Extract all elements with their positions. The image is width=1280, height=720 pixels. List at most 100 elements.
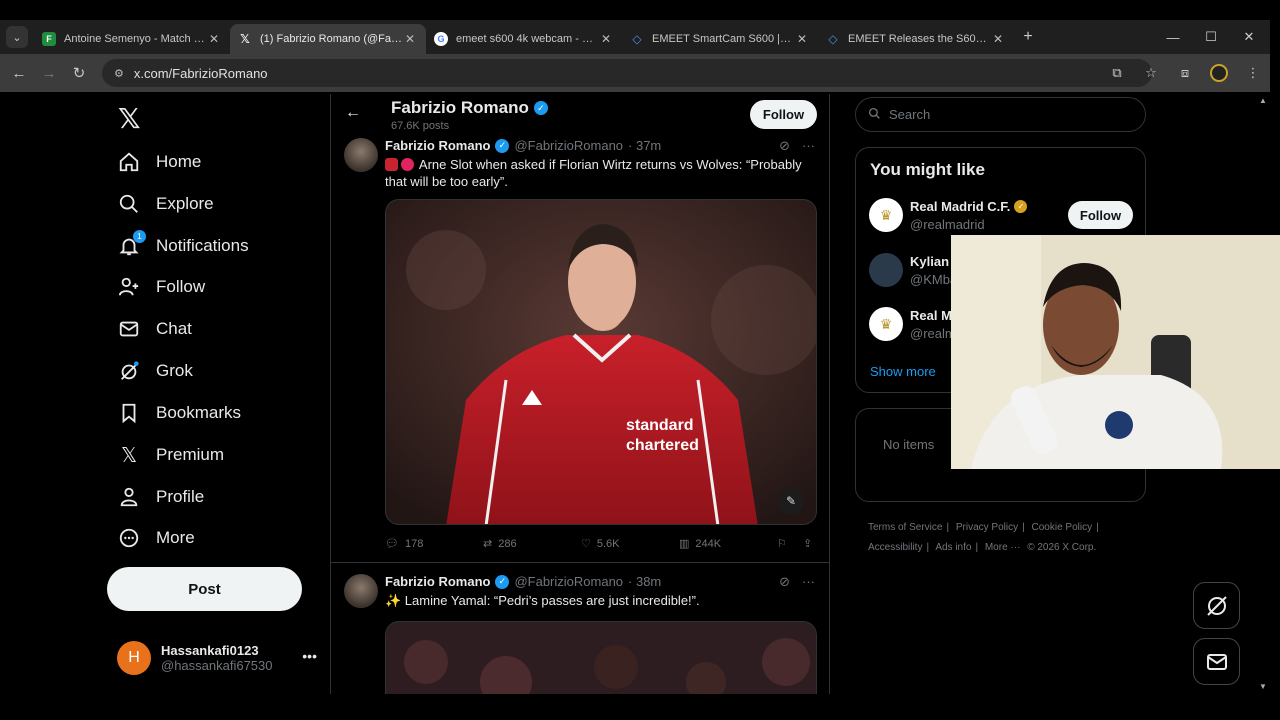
url-text: x.com/FabrizioRomano bbox=[133, 65, 268, 81]
footer-link[interactable]: Cookie Policy bbox=[1032, 522, 1093, 533]
more-dots-icon[interactable]: ••• bbox=[302, 648, 317, 664]
grok-fab-button[interactable] bbox=[1193, 582, 1240, 629]
address-bar[interactable]: ⚙ x.com/FabrizioRomano bbox=[102, 59, 1152, 87]
sidebar-item-grok[interactable]: Grok bbox=[118, 351, 193, 391]
sidebar-item-chat[interactable]: Chat bbox=[118, 309, 192, 349]
reply-button[interactable]: 💬︎ 178 bbox=[385, 537, 423, 551]
sidebar-item-follow[interactable]: Follow bbox=[118, 267, 205, 307]
more-dots-icon[interactable]: ··· bbox=[802, 574, 815, 590]
tweet-author-handle[interactable]: @FabrizioRomano bbox=[514, 574, 623, 589]
follow-button[interactable]: Follow bbox=[750, 100, 817, 129]
primary-sidebar: 𝕏 Home Explore 1 Notifications Follow Ch… bbox=[100, 94, 330, 694]
scroll-up-icon[interactable]: ▲ bbox=[1258, 96, 1268, 105]
grok-icon[interactable]: ⊘ bbox=[779, 574, 790, 590]
avatar[interactable] bbox=[344, 574, 378, 608]
tweet-time[interactable]: · 37m bbox=[628, 138, 661, 153]
bookmark-star-icon[interactable]: ☆ bbox=[1134, 65, 1168, 81]
google-icon: G bbox=[434, 32, 448, 46]
footer-link[interactable]: Terms of Service bbox=[868, 522, 942, 533]
repost-button[interactable]: ⇄ 286 bbox=[483, 537, 517, 551]
search-input[interactable]: Search bbox=[855, 97, 1146, 132]
close-icon[interactable]: ✕ bbox=[990, 32, 1006, 46]
bookmark-icon: ⚐ bbox=[777, 538, 787, 550]
reload-icon[interactable]: ↻ bbox=[64, 64, 94, 82]
emeet-icon: ◇ bbox=[828, 32, 838, 46]
close-icon[interactable]: ✕ bbox=[794, 32, 810, 46]
more-circle-icon bbox=[118, 527, 140, 549]
bell-icon: 1 bbox=[118, 230, 146, 257]
tab-emeet-releases[interactable]: ◇ EMEET Releases the S600 4K W ✕ bbox=[818, 24, 1014, 54]
verified-badge-icon: ✓ bbox=[533, 101, 548, 115]
footer-link[interactable]: Ads info bbox=[935, 542, 971, 553]
like-button[interactable]: ♡ 5.6K bbox=[581, 537, 620, 551]
svg-text:standard: standard bbox=[626, 417, 694, 434]
tweet-author-handle[interactable]: @FabrizioRomano bbox=[514, 138, 623, 153]
sidebar-item-explore[interactable]: Explore bbox=[118, 184, 214, 224]
sidebar-item-more[interactable]: More bbox=[118, 518, 195, 558]
bookmark-button[interactable]: ⚐ bbox=[777, 537, 787, 550]
browser-menu-icon[interactable]: ⋮ bbox=[1236, 65, 1270, 81]
tweet-author-name[interactable]: Fabrizio Romano bbox=[385, 574, 490, 589]
svg-text:chartered: chartered bbox=[626, 437, 699, 454]
sidebar-item-notifications[interactable]: 1 Notifications bbox=[118, 226, 249, 266]
footer-links: Terms of Service | Privacy Policy | Cookie… bbox=[868, 522, 1099, 553]
tab-emeet-smartcam[interactable]: ◇ EMEET SmartCam S600 | 4K Ultr ✕ bbox=[622, 24, 818, 54]
sidebar-item-home[interactable]: Home bbox=[118, 142, 201, 182]
media-edit-icon[interactable]: ✎ bbox=[778, 488, 804, 514]
home-icon bbox=[118, 151, 140, 173]
more-dots-icon[interactable]: ··· bbox=[802, 138, 815, 154]
grok-icon bbox=[118, 360, 140, 382]
person-icon bbox=[118, 486, 140, 508]
close-icon[interactable]: ✕ bbox=[598, 32, 614, 46]
forward-icon[interactable]: → bbox=[34, 65, 64, 82]
notification-badge: 1 bbox=[133, 230, 146, 243]
tweet-image[interactable]: standard chartered ✎ bbox=[385, 199, 817, 525]
sidebar-item-bookmarks[interactable]: Bookmarks bbox=[118, 393, 241, 433]
views-button[interactable]: ▥ 244K bbox=[679, 537, 721, 551]
tweet[interactable]: Fabrizio Romano ✓ @FabrizioRomano · 37m … bbox=[331, 138, 829, 563]
minimize-icon[interactable]: — bbox=[1154, 20, 1192, 54]
show-more-link[interactable]: Show more bbox=[870, 364, 936, 379]
extensions-icon[interactable]: ⧈ bbox=[1168, 65, 1202, 81]
footer-more-link[interactable]: More ··· bbox=[985, 542, 1021, 553]
window-close-icon[interactable]: ✕ bbox=[1230, 20, 1268, 54]
suggestion-name: Real Madrid C.F. bbox=[910, 199, 1011, 214]
tweet-time[interactable]: · 38m bbox=[628, 574, 661, 589]
post-button[interactable]: Post bbox=[107, 567, 302, 611]
footer-link[interactable]: Accessibility bbox=[868, 542, 922, 553]
sidebar-item-premium[interactable]: 𝕏 Premium bbox=[118, 435, 224, 475]
follow-button[interactable]: Follow bbox=[1068, 201, 1133, 229]
person-plus-icon bbox=[118, 276, 140, 298]
tweet[interactable]: Fabrizio Romano ✓ @FabrizioRomano · 38m … bbox=[331, 574, 829, 694]
grok-icon[interactable]: ⊘ bbox=[779, 138, 790, 154]
footer-link[interactable]: Privacy Policy bbox=[956, 522, 1018, 533]
share-button[interactable]: ⇪ bbox=[803, 537, 812, 550]
search-icon bbox=[118, 193, 140, 215]
tweet-author-name[interactable]: Fabrizio Romano bbox=[385, 138, 490, 153]
install-app-icon[interactable]: ⧉ bbox=[1100, 65, 1134, 81]
tab-antoine-semenyo[interactable]: F Antoine Semenyo - Match stats ✕ bbox=[34, 24, 230, 54]
messages-fab-button[interactable] bbox=[1193, 638, 1240, 685]
repost-icon: ⇄ bbox=[483, 538, 493, 550]
site-settings-icon[interactable]: ⚙ bbox=[114, 67, 124, 80]
tab-search-button[interactable]: ⌄ bbox=[6, 26, 28, 48]
x-logo-icon[interactable]: 𝕏 bbox=[118, 102, 141, 135]
tab-fabrizio-romano[interactable]: 𝕏 (1) Fabrizio Romano (@Fabrizio ✕ bbox=[230, 24, 426, 54]
address-toolbar: ← → ↻ ⚙ x.com/FabrizioRomano ⧉ ☆ ⧈ ⋮ bbox=[0, 54, 1270, 92]
share-icon: ⇪ bbox=[803, 538, 813, 550]
tab-emeet-search[interactable]: G emeet s600 4k webcam - Goog ✕ bbox=[426, 24, 622, 54]
new-tab-button[interactable]: + bbox=[1014, 28, 1042, 46]
suggestion-item[interactable]: ♛ Real Madrid C.F. ✓ @realmadrid Follow bbox=[869, 196, 1135, 236]
scroll-down-icon[interactable]: ▼ bbox=[1258, 682, 1268, 691]
close-icon[interactable]: ✕ bbox=[206, 32, 222, 46]
back-arrow-icon[interactable]: ← bbox=[345, 104, 361, 122]
back-icon[interactable]: ← bbox=[4, 65, 34, 82]
maximize-icon[interactable]: ☐ bbox=[1192, 20, 1230, 54]
browser-profile-avatar[interactable] bbox=[1202, 64, 1236, 82]
sidebar-item-profile[interactable]: Profile bbox=[118, 477, 204, 517]
search-icon bbox=[868, 107, 881, 123]
account-switcher[interactable]: H Hassankafi0123 @hassankafi67530 ••• bbox=[117, 638, 317, 678]
close-icon[interactable]: ✕ bbox=[402, 32, 418, 46]
avatar[interactable] bbox=[344, 138, 378, 172]
tweet-image[interactable] bbox=[385, 621, 817, 694]
